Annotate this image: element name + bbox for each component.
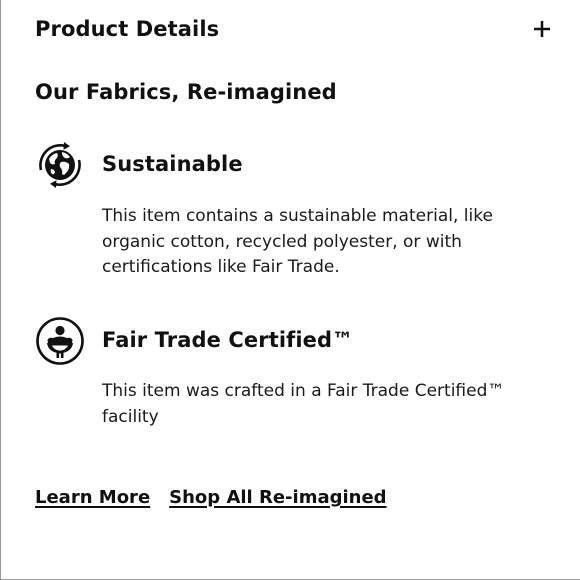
feature-description: This item contains a sustainable materia… <box>102 206 493 277</box>
product-details-panel: Product Details Our Fabrics, Re-imagined <box>1 0 580 579</box>
shop-all-reimagined-link[interactable]: Shop All Re-imagined <box>169 487 386 508</box>
product-details-header[interactable]: Product Details <box>35 14 555 44</box>
product-details-title: Product Details <box>35 17 220 41</box>
feature-name: Sustainable <box>102 152 243 176</box>
fair-trade-person-icon <box>35 316 85 366</box>
section-title: Our Fabrics, Re-imagined <box>35 80 337 104</box>
feature-description: This item was crafted in a Fair Trade Ce… <box>102 381 505 427</box>
learn-more-link[interactable]: Learn More <box>35 487 150 508</box>
plus-icon[interactable] <box>531 18 553 40</box>
feature-name: Fair Trade Certified™ <box>102 328 354 352</box>
globe-recycle-icon <box>35 140 85 190</box>
footer-links: Learn More Shop All Re-imagined <box>35 487 387 508</box>
